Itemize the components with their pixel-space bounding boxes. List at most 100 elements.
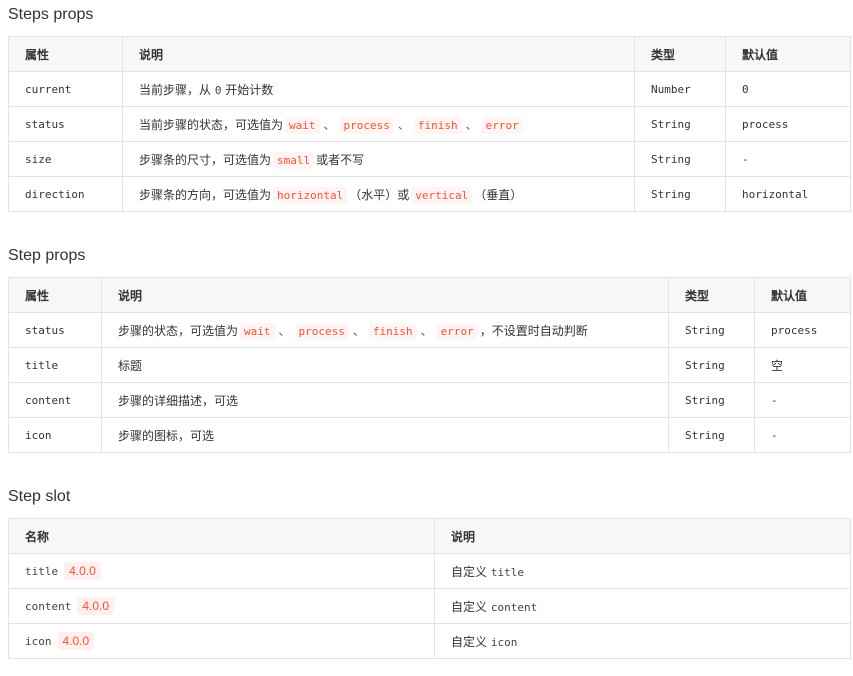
desc-text: 当前步骤的状态，可选值为 bbox=[139, 117, 284, 132]
table-row: title 4.0.0 自定义 title bbox=[8, 553, 851, 589]
table-row: title 标题 String 空 bbox=[8, 347, 851, 383]
prop-type: Number bbox=[634, 71, 726, 107]
slot-name-cell: icon 4.0.0 bbox=[8, 623, 435, 659]
prop-name: icon bbox=[8, 417, 102, 453]
column-header-name: 名称 bbox=[8, 518, 435, 554]
table-row: icon 步骤的图标，可选 String - bbox=[8, 417, 851, 453]
prop-type: String bbox=[634, 141, 726, 177]
table-header-row: 属性 说明 类型 默认值 bbox=[8, 277, 851, 313]
prop-desc: 步骤的状态，可选值为 wait、 process、 finish、 error ，不设置时… bbox=[101, 312, 669, 348]
prop-type: String bbox=[668, 312, 755, 348]
desc-text: 开始计数 bbox=[221, 82, 274, 97]
steps-props-title: Steps props bbox=[8, 6, 94, 23]
separator: 、 bbox=[465, 117, 478, 132]
desc-code: content bbox=[490, 600, 538, 614]
inline-code: error bbox=[436, 322, 478, 340]
desc-text: 自定义 bbox=[451, 599, 491, 614]
prop-type: String bbox=[634, 106, 726, 142]
desc-text: 步骤的状态，可选值为 bbox=[118, 323, 239, 338]
desc-text: 或者不写 bbox=[316, 152, 365, 167]
desc-text: 步骤条的尺寸，可选值为 bbox=[139, 152, 272, 167]
table-row: current 当前步骤，从 0 开始计数 Number 0 bbox=[8, 71, 851, 107]
prop-desc: 步骤的图标，可选 bbox=[101, 417, 669, 453]
step-props-table: 属性 说明 类型 默认值 status 步骤的状态，可选值为 wait、 proce… bbox=[8, 277, 851, 453]
prop-name: direction bbox=[8, 176, 123, 212]
column-header-attr: 属性 bbox=[8, 36, 123, 72]
prop-default: - bbox=[725, 141, 851, 177]
inline-code: finish bbox=[413, 116, 462, 134]
slot-name: icon bbox=[25, 635, 52, 648]
column-header-default: 默认值 bbox=[754, 277, 851, 313]
inline-code: horizontal bbox=[273, 186, 348, 204]
prop-desc: 步骤条的方向，可选值为 horizontal （水平）或 vertical （垂直） bbox=[122, 176, 635, 212]
prop-name: size bbox=[8, 141, 123, 177]
slot-name: title bbox=[25, 565, 59, 578]
prop-name: title bbox=[8, 347, 102, 383]
table-row: size 步骤条的尺寸，可选值为 small 或者不写 String - bbox=[8, 141, 851, 177]
prop-default: process bbox=[754, 312, 851, 348]
separator: 、 bbox=[323, 117, 336, 132]
table-row: content 步骤的详细描述，可选 String - bbox=[8, 382, 851, 418]
separator: 、 bbox=[420, 323, 433, 338]
prop-desc: 当前步骤，从 0 开始计数 bbox=[122, 71, 635, 107]
desc-text: 步骤条的方向，可选值为 bbox=[139, 187, 272, 202]
desc-text: ，不设置时自动判断 bbox=[479, 323, 588, 338]
prop-name: status bbox=[8, 106, 123, 142]
prop-type: String bbox=[668, 417, 755, 453]
prop-name: status bbox=[8, 312, 102, 348]
desc-text: 当前步骤，从 bbox=[139, 82, 215, 97]
desc-text: （水平）或 bbox=[349, 187, 410, 202]
prop-type: String bbox=[668, 382, 755, 418]
column-header-type: 类型 bbox=[668, 277, 755, 313]
separator: 、 bbox=[278, 323, 291, 338]
prop-desc: 当前步骤的状态，可选值为 wait、 process、 finish、 error bbox=[122, 106, 635, 142]
separator: 、 bbox=[352, 323, 365, 338]
inline-code: finish bbox=[368, 322, 417, 340]
slot-desc: 自定义 content bbox=[434, 588, 851, 624]
slot-desc: 自定义 title bbox=[434, 553, 851, 589]
prop-default: 0 bbox=[725, 71, 851, 107]
desc-code: title bbox=[490, 565, 524, 579]
desc-code: icon bbox=[490, 635, 518, 649]
table-header-row: 名称 说明 bbox=[8, 518, 851, 554]
column-header-desc: 说明 bbox=[101, 277, 669, 313]
prop-desc: 标题 bbox=[101, 347, 669, 383]
prop-desc: 步骤的详细描述，可选 bbox=[101, 382, 669, 418]
column-header-attr: 属性 bbox=[8, 277, 102, 313]
separator: 、 bbox=[397, 117, 410, 132]
column-header-default: 默认值 bbox=[725, 36, 851, 72]
inline-code: process bbox=[294, 322, 349, 340]
inline-code: wait bbox=[285, 116, 320, 134]
table-row: direction 步骤条的方向，可选值为 horizontal （水平）或 vert… bbox=[8, 176, 851, 212]
version-badge: 4.0.0 bbox=[77, 597, 115, 615]
step-slot-title: Step slot bbox=[8, 488, 71, 505]
desc-text: 自定义 bbox=[451, 634, 491, 649]
table-row: status 当前步骤的状态，可选值为 wait、 process、 finish、 e… bbox=[8, 106, 851, 142]
table-header-row: 属性 说明 类型 默认值 bbox=[8, 36, 851, 72]
table-row: content 4.0.0 自定义 content bbox=[8, 588, 851, 624]
slot-name: content bbox=[25, 600, 72, 613]
slot-desc: 自定义 icon bbox=[434, 623, 851, 659]
desc-text: 自定义 bbox=[451, 564, 491, 579]
column-header-type: 类型 bbox=[634, 36, 726, 72]
inline-code: error bbox=[481, 116, 523, 134]
slot-name-cell: content 4.0.0 bbox=[8, 588, 435, 624]
prop-type: String bbox=[668, 347, 755, 383]
inline-code: wait bbox=[240, 322, 275, 340]
inline-code: process bbox=[339, 116, 394, 134]
prop-default: - bbox=[754, 382, 851, 418]
column-header-desc: 说明 bbox=[434, 518, 851, 554]
inline-code: vertical bbox=[411, 186, 473, 204]
prop-name: content bbox=[8, 382, 102, 418]
slot-name-cell: title 4.0.0 bbox=[8, 553, 435, 589]
step-slot-table: 名称 说明 title 4.0.0 自定义 title content 4.0.0 … bbox=[8, 518, 851, 659]
step-props-title: Step props bbox=[8, 247, 86, 264]
prop-name: current bbox=[8, 71, 123, 107]
inline-code: small bbox=[273, 151, 315, 169]
prop-default: 空 bbox=[754, 347, 851, 383]
prop-default: - bbox=[754, 417, 851, 453]
version-badge: 4.0.0 bbox=[64, 562, 101, 580]
column-header-desc: 说明 bbox=[122, 36, 635, 72]
table-row: icon 4.0.0 自定义 icon bbox=[8, 623, 851, 659]
prop-type: String bbox=[634, 176, 726, 212]
